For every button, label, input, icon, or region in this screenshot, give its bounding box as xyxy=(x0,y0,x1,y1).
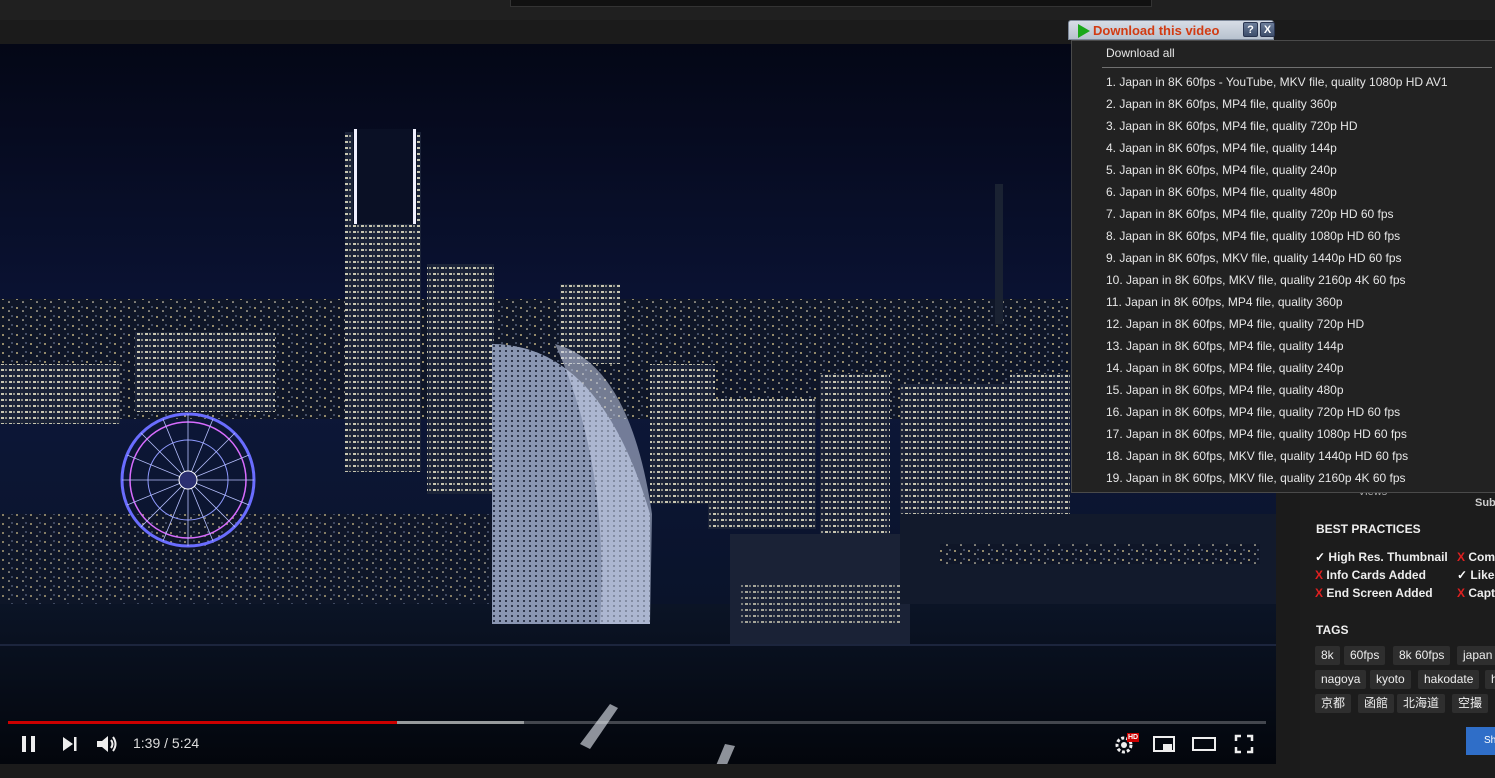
next-button[interactable] xyxy=(58,731,80,757)
help-button[interactable]: ? xyxy=(1243,22,1258,37)
tag-chip[interactable]: japan xyxy=(1457,646,1495,665)
download-menu-item[interactable]: 6. Japan in 8K 60fps, MP4 file, quality … xyxy=(1106,185,1337,199)
theater-mode-button[interactable] xyxy=(1192,731,1216,757)
download-video-label: Download this video xyxy=(1093,23,1220,38)
tag-chip[interactable]: 8k 60fps xyxy=(1393,646,1451,665)
download-menu-item[interactable]: 18. Japan in 8K 60fps, MKV file, quality… xyxy=(1106,449,1408,463)
download-menu-item[interactable]: 2. Japan in 8K 60fps, MP4 file, quality … xyxy=(1106,97,1337,111)
download-menu-item[interactable]: 5. Japan in 8K 60fps, MP4 file, quality … xyxy=(1106,163,1337,177)
download-menu-item[interactable]: 11. Japan in 8K 60fps, MP4 file, quality… xyxy=(1106,295,1343,309)
download-menu-item[interactable]: 9. Japan in 8K 60fps, MKV file, quality … xyxy=(1106,251,1402,265)
progress-bar[interactable] xyxy=(8,721,1266,724)
best-practice-item: X End Screen Added xyxy=(1315,586,1433,600)
best-practice-label: End Screen Added xyxy=(1326,586,1433,600)
tag-chip[interactable]: nagoya xyxy=(1315,670,1367,689)
close-button[interactable]: X xyxy=(1260,22,1275,37)
volume-icon xyxy=(97,736,117,752)
top-bar xyxy=(0,0,1495,20)
menu-divider xyxy=(1102,67,1492,68)
tag-chip[interactable]: 60fps xyxy=(1344,646,1386,665)
tag-chip[interactable]: 8k xyxy=(1315,646,1340,665)
theater-icon xyxy=(1192,737,1216,751)
volume-button[interactable] xyxy=(94,731,120,757)
download-menu-item[interactable]: 1. Japan in 8K 60fps - YouTube, MKV file… xyxy=(1106,75,1448,89)
next-icon xyxy=(63,737,77,751)
best-practice-label: Capti xyxy=(1468,586,1495,600)
miniplayer-icon xyxy=(1153,736,1175,752)
best-practice-label: High Res. Thumbnail xyxy=(1328,550,1448,564)
best-practice-item: X Capti xyxy=(1457,586,1495,600)
download-menu-item[interactable]: 19. Japan in 8K 60fps, MKV file, quality… xyxy=(1106,471,1406,485)
best-practice-item: X Info Cards Added xyxy=(1315,568,1426,582)
tag-chip[interactable]: hakodate xyxy=(1418,670,1480,689)
tag-chip[interactable]: 函館 xyxy=(1358,694,1395,713)
best-practice-label: Info Cards Added xyxy=(1326,568,1426,582)
play-icon xyxy=(1078,23,1090,38)
download-menu-item[interactable]: 13. Japan in 8K 60fps, MP4 file, quality… xyxy=(1106,339,1344,353)
progress-played xyxy=(8,721,397,724)
download-menu-item[interactable]: 7. Japan in 8K 60fps, MP4 file, quality … xyxy=(1106,207,1394,221)
best-practices-title: BEST PRACTICES xyxy=(1316,522,1421,536)
time-display: 1:39 / 5:24 xyxy=(133,735,200,751)
hd-badge: HD xyxy=(1127,733,1140,742)
fullscreen-icon xyxy=(1234,734,1254,754)
tag-chip[interactable]: 空撮 xyxy=(1452,694,1489,713)
download-menu-item[interactable]: 4. Japan in 8K 60fps, MP4 file, quality … xyxy=(1106,141,1337,155)
subs-label: Sub xyxy=(1475,497,1495,509)
cross-icon: X xyxy=(1457,550,1466,564)
download-video-button[interactable]: Download this video xyxy=(1072,22,1219,39)
download-menu-item[interactable]: 8. Japan in 8K 60fps, MP4 file, quality … xyxy=(1106,229,1400,243)
tags-title: TAGS xyxy=(1316,623,1349,637)
pause-button[interactable] xyxy=(18,731,40,757)
check-icon: ✓ xyxy=(1315,550,1326,564)
tag-chip[interactable]: 京都 xyxy=(1315,694,1352,713)
sidebar-action-button[interactable]: Sh xyxy=(1466,727,1495,755)
download-menu-item[interactable]: 15. Japan in 8K 60fps, MP4 file, quality… xyxy=(1106,383,1344,397)
settings-button[interactable]: HD xyxy=(1112,731,1140,757)
best-practice-label: Liked xyxy=(1470,568,1495,582)
download-all-item[interactable]: Download all xyxy=(1106,46,1175,60)
best-practice-item: ✓ Liked xyxy=(1457,568,1495,582)
best-practice-item: X Com xyxy=(1457,550,1495,564)
cross-icon: X xyxy=(1315,568,1324,582)
search-box[interactable] xyxy=(510,0,1152,7)
best-practice-label: Com xyxy=(1468,550,1495,564)
download-menu-item[interactable]: 14. Japan in 8K 60fps, MP4 file, quality… xyxy=(1106,361,1344,375)
download-menu-item[interactable]: 10. Japan in 8K 60fps, MKV file, quality… xyxy=(1106,273,1406,287)
check-icon: ✓ xyxy=(1457,568,1468,582)
download-menu-item[interactable]: 17. Japan in 8K 60fps, MP4 file, quality… xyxy=(1106,427,1407,441)
cross-icon: X xyxy=(1457,586,1466,600)
download-menu-item[interactable]: 12. Japan in 8K 60fps, MP4 file, quality… xyxy=(1106,317,1364,331)
fullscreen-button[interactable] xyxy=(1233,731,1255,757)
tag-chip[interactable]: 北海道 xyxy=(1397,694,1446,713)
pause-icon xyxy=(22,736,35,752)
best-practice-item: ✓ High Res. Thumbnail xyxy=(1315,550,1448,564)
cross-icon: X xyxy=(1315,586,1324,600)
page: 1:39 / 5:24 HD Views Sub BEST PRACTICES … xyxy=(0,0,1495,778)
download-menu-item[interactable]: 16. Japan in 8K 60fps, MP4 file, quality… xyxy=(1106,405,1400,419)
download-menu-item[interactable]: 3. Japan in 8K 60fps, MP4 file, quality … xyxy=(1106,119,1357,133)
tag-chip[interactable]: h xyxy=(1485,670,1495,689)
tag-chip[interactable]: kyoto xyxy=(1370,670,1411,689)
miniplayer-button[interactable] xyxy=(1152,731,1176,757)
